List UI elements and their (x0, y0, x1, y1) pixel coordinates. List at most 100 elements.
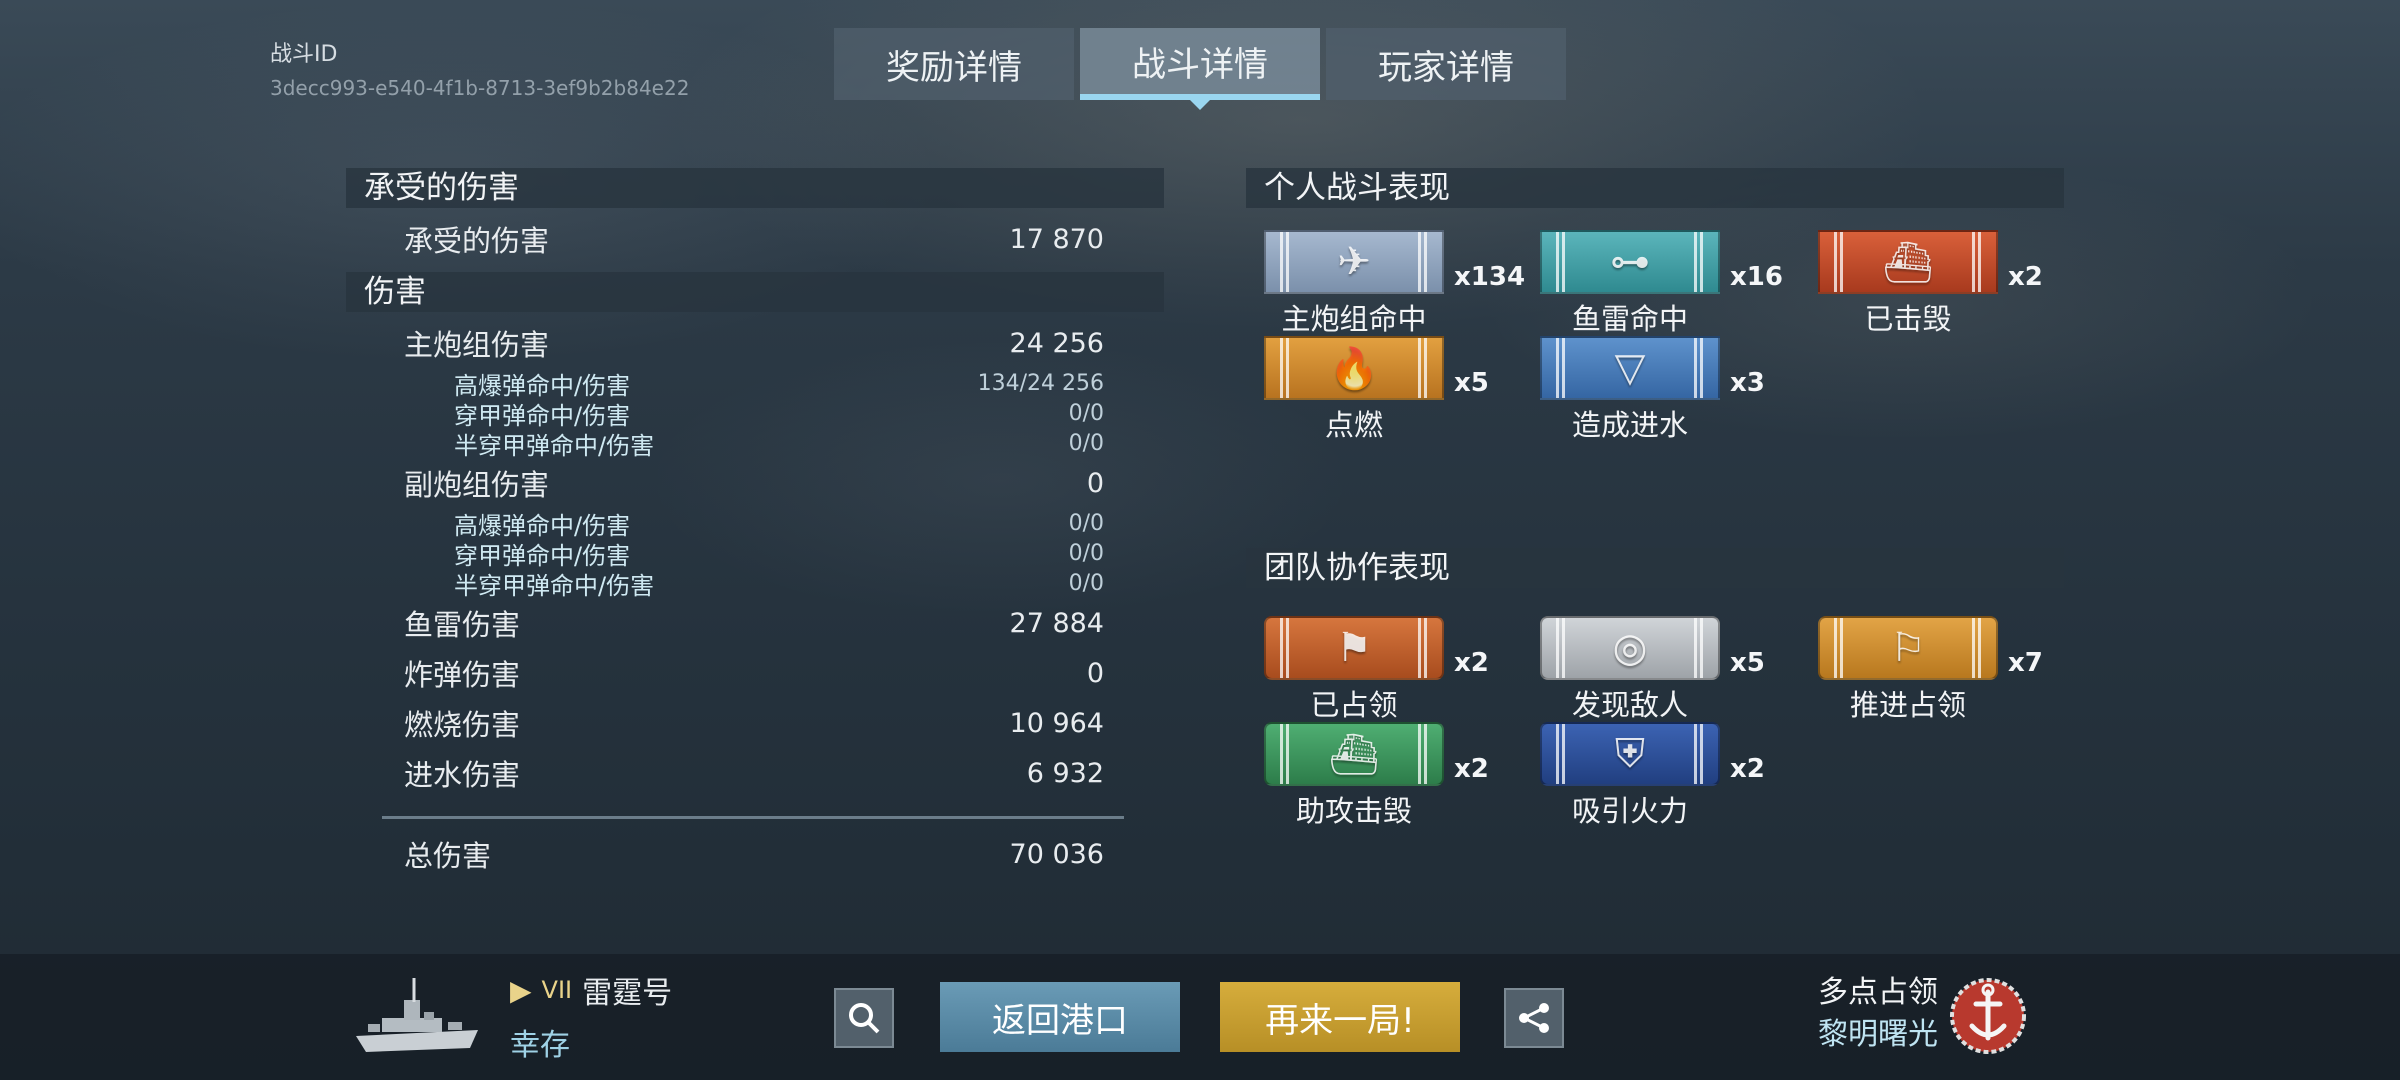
main-ap-value: 0/0 (1068, 400, 1104, 426)
fire-row: 燃烧伤害 10 964 (346, 698, 1164, 748)
ribbon-name: 助攻击毁 (1295, 794, 1412, 828)
medal-destroyed: ⛴ (1818, 230, 1998, 294)
ribbon-destroyed[interactable]: ⛴ 已击毁 x2 (1818, 230, 2043, 338)
medal-fire: 🔥 (1264, 336, 1444, 400)
ribbon-name: 已击毁 (1864, 302, 1952, 336)
shell-icon: ✈ (1337, 239, 1371, 285)
play-again-button[interactable]: 再来一局! (1220, 982, 1460, 1052)
ribbon-count: x5 (1454, 368, 1489, 398)
ribbon-name: 已占领 (1310, 688, 1398, 722)
secondary-value: 0 (1086, 467, 1104, 499)
torpedo-icon: ⊶ (1610, 239, 1650, 285)
ship-name: 雷霆号 (582, 976, 673, 1011)
ribbon-assist[interactable]: ⛴ 助攻击毁 x2 (1264, 722, 1489, 830)
ribbon-count: x2 (2008, 262, 2043, 292)
ribbon-torpedo-hit[interactable]: ⊶ 鱼雷命中 x16 (1540, 230, 1783, 338)
medal-main-battery: ✈ (1264, 230, 1444, 294)
total-row: 总伤害 70 036 (346, 829, 1164, 879)
secondary-row: 副炮组伤害 0 (346, 458, 1164, 508)
fire-label: 燃烧伤害 (404, 708, 521, 742)
ribbon-count: x2 (1454, 754, 1489, 784)
received-label: 承受的伤害 (404, 224, 550, 258)
tab-rewards[interactable]: 奖励详情 (834, 28, 1074, 100)
ribbon-set-on-fire[interactable]: 🔥 点燃 x5 (1264, 336, 1489, 444)
total-value: 70 036 (1009, 838, 1104, 870)
share-icon (1519, 1003, 1549, 1033)
secondary-label: 副炮组伤害 (404, 468, 550, 502)
torpedo-label: 鱼雷伤害 (404, 608, 521, 642)
ribbon-count: x5 (1730, 648, 1765, 678)
ribbon-name: 发现敌人 (1571, 688, 1688, 722)
ribbon-capture-contribution[interactable]: ⚐ 推进占领 x7 (1818, 616, 2043, 724)
anchor-emblem-icon (1950, 978, 2026, 1054)
flood-row: 进水伤害 6 932 (346, 748, 1164, 798)
medal-tanking: ⛨ (1540, 722, 1720, 786)
personal-section-title: 个人战斗表现 (1246, 168, 2064, 208)
ribbon-name: 鱼雷命中 (1571, 302, 1688, 336)
ribbon-spotted[interactable]: ◎ 发现敌人 x5 (1540, 616, 1765, 724)
fire-icon: 🔥 (1329, 345, 1379, 392)
flood-icon: ▽ (1614, 345, 1646, 391)
ribbon-main-battery-hit[interactable]: ✈ 主炮组命中 x134 (1264, 230, 1525, 338)
ribbon-flooding[interactable]: ▽ 造成进水 x3 (1540, 336, 1765, 444)
bomb-row: 炸弹伤害 0 (346, 648, 1164, 698)
ribbon-count: x134 (1454, 262, 1526, 292)
battle-id: 战斗ID 3decc993-e540-4f1b-8713-3ef9b2b84e2… (270, 36, 689, 100)
sinking-ship-icon: ⛴ (1882, 239, 1934, 286)
total-label: 总伤害 (404, 839, 492, 873)
flood-label: 进水伤害 (404, 758, 521, 792)
fire-value: 10 964 (1009, 707, 1104, 739)
ribbon-count: x2 (1730, 754, 1765, 784)
team-section-title: 团队协作表现 (1246, 548, 2064, 588)
main-he-value: 134/24 256 (977, 370, 1104, 396)
main-battery-label: 主炮组伤害 (404, 328, 550, 362)
medal-spotted: ◎ (1540, 616, 1720, 680)
search-button[interactable] (834, 988, 894, 1048)
tab-player-details[interactable]: 玩家详情 (1326, 28, 1566, 100)
main-battery-value: 24 256 (1009, 327, 1104, 359)
total-divider (382, 816, 1124, 819)
ribbon-name: 主炮组命中 (1281, 302, 1427, 336)
secondary-he-row: 高爆弹命中/伤害 0/0 (346, 508, 1164, 540)
ribbon-captured[interactable]: ⚑ 已占领 x2 (1264, 616, 1489, 724)
medal-flooding: ▽ (1540, 336, 1720, 400)
ribbon-name: 点燃 (1324, 408, 1383, 442)
torpedo-row: 鱼雷伤害 27 884 (346, 598, 1164, 648)
bomb-label: 炸弹伤害 (404, 658, 521, 692)
tab-battle-details[interactable]: 战斗详情 (1080, 28, 1320, 100)
tank-damage-icon: ⛨ (1615, 731, 1645, 777)
main-sap-row: 半穿甲弹命中/伤害 0/0 (346, 428, 1164, 460)
secondary-ap-row: 穿甲弹命中/伤害 0/0 (346, 538, 1164, 570)
medal-assist: ⛴ (1264, 722, 1444, 786)
received-row: 承受的伤害 17 870 (346, 214, 1164, 264)
ribbon-tanking[interactable]: ⛨ 吸引火力 x2 (1540, 722, 1765, 830)
share-button[interactable] (1504, 988, 1564, 1048)
assist-icon: ⛴ (1328, 731, 1380, 778)
battle-mode-info: 多点占领 黎明曙光 (1818, 972, 1938, 1056)
medal-captured: ⚑ (1264, 616, 1444, 680)
return-to-port-button[interactable]: 返回港口 (940, 982, 1180, 1052)
ribbon-name: 吸引火力 (1571, 794, 1688, 828)
secondary-sap-label: 半穿甲弹命中/伤害 (454, 571, 655, 600)
battle-id-label: 战斗ID (270, 42, 338, 67)
destroyer-class-icon: ▶ (510, 973, 532, 1007)
personal-ribbons: ✈ 主炮组命中 x134 ⊶ 鱼雷命中 x16 ⛴ 已击毁 x2 🔥 点燃 x5 (1246, 230, 2064, 450)
main-he-row: 高爆弹命中/伤害 134/24 256 (346, 368, 1164, 400)
ribbon-count: x2 (1454, 648, 1489, 678)
ship-info: ▶ VII 雷霆号 幸存 (510, 968, 672, 1064)
ribbon-name: 推进占领 (1849, 688, 1966, 722)
damage-section-title: 伤害 (346, 272, 1164, 312)
flood-value: 6 932 (1026, 757, 1104, 789)
survival-status: 幸存 (510, 1028, 570, 1063)
personal-panel: 个人战斗表现 ✈ 主炮组命中 x134 ⊶ 鱼雷命中 x16 ⛴ 已击毁 x2 … (1246, 168, 2064, 450)
main-sap-value: 0/0 (1068, 430, 1104, 456)
ship-image (356, 978, 478, 1052)
medal-capture-contribution: ⚐ (1818, 616, 1998, 680)
secondary-sap-value: 0/0 (1068, 570, 1104, 596)
capture-contribution-icon: ⚐ (1890, 625, 1926, 671)
ribbon-count: x16 (1730, 262, 1783, 292)
team-ribbons: ⚑ 已占领 x2 ◎ 发现敌人 x5 ⚐ 推进占领 x7 ⛴ 助攻击毁 x2 ⛨… (1246, 616, 2064, 836)
flag-icon: ⚑ (1336, 625, 1372, 671)
battle-mode: 多点占领 (1818, 975, 1938, 1010)
battle-id-value: 3decc993-e540-4f1b-8713-3ef9b2b84e22 (270, 76, 690, 100)
